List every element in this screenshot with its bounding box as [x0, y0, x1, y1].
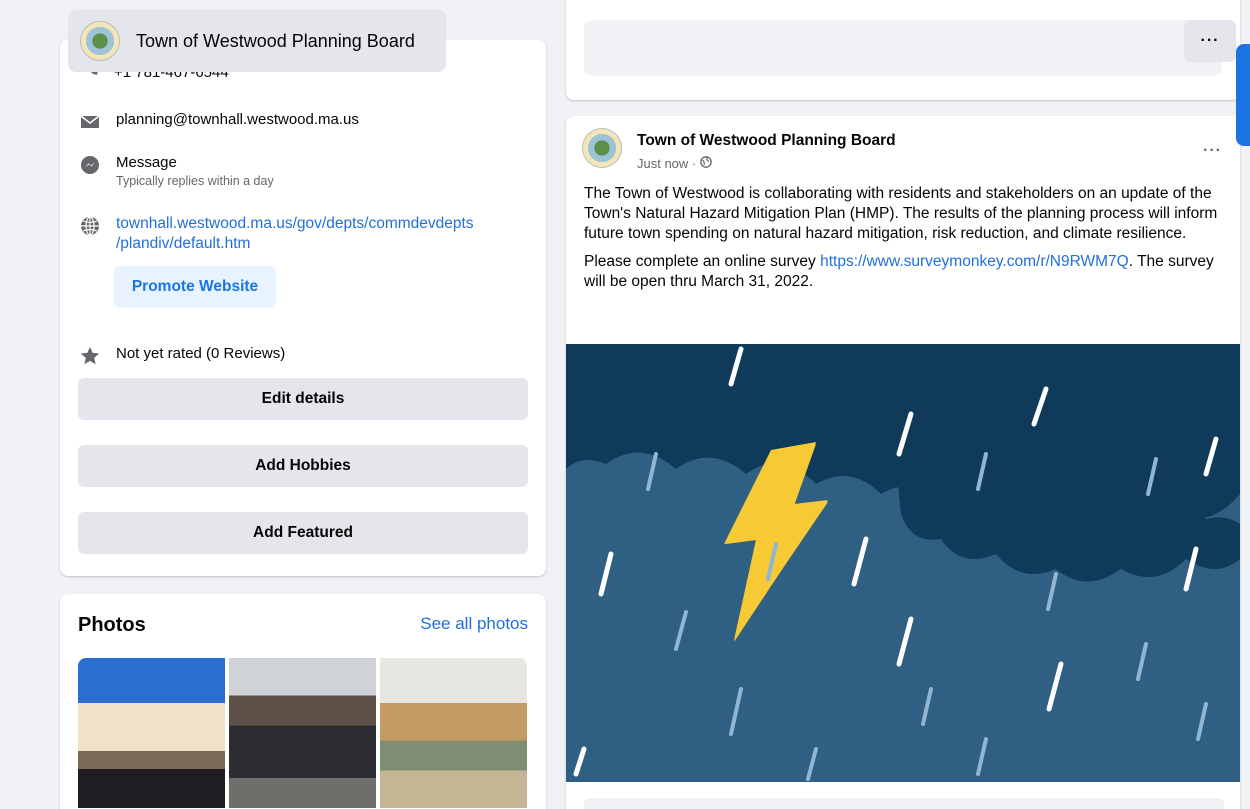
post-image-storm[interactable] [566, 344, 1240, 782]
post-paragraph: The Town of Westwood is collaborating wi… [584, 185, 1218, 242]
scrollbar-thumb[interactable] [1236, 44, 1250, 146]
post-author-avatar[interactable] [582, 128, 622, 168]
next-section-bar [584, 798, 1224, 809]
message-label: Message [116, 154, 177, 171]
more-options-button[interactable]: ··· [1184, 20, 1236, 62]
post-paragraph-survey: Please complete an online survey https:/… [584, 252, 1224, 292]
post-more-button[interactable]: ··· [1203, 142, 1222, 160]
intro-card: +1 781-467-6544 planning@townhall.westwo… [60, 40, 546, 576]
photo-thumbnail[interactable] [380, 658, 527, 808]
star-icon [78, 344, 102, 368]
photos-heading: Photos [78, 614, 146, 636]
add-hobbies-button[interactable]: Add Hobbies [78, 445, 528, 487]
page-name-chip[interactable]: Town of Westwood Planning Board [68, 10, 446, 72]
message-row[interactable]: Message Typically replies within a day [78, 153, 274, 189]
post-timestamp[interactable]: Just now · [637, 156, 696, 171]
post-body: The Town of Westwood is collaborating wi… [584, 184, 1224, 300]
mail-icon [78, 110, 102, 134]
add-featured-button[interactable]: Add Featured [78, 512, 528, 554]
edit-details-button[interactable]: Edit details [78, 378, 528, 420]
messenger-icon [78, 153, 102, 177]
survey-link[interactable]: https://www.surveymonkey.com/r/N9RWM7Q [820, 253, 1129, 270]
globe-icon [78, 214, 102, 238]
post-author-name[interactable]: Town of Westwood Planning Board [637, 132, 896, 150]
previous-post-footer [584, 20, 1222, 76]
page-avatar [80, 21, 120, 61]
website-link-cont[interactable]: /plandiv/default.htm [116, 234, 474, 254]
message-response-time: Typically replies within a day [116, 174, 274, 188]
previous-post-card [566, 0, 1240, 100]
rating-text: Not yet rated (0 Reviews) [116, 345, 286, 362]
website-row: townhall.westwood.ma.us/gov/depts/commde… [78, 214, 474, 254]
email-address: planning@townhall.westwood.ma.us [116, 111, 359, 128]
post-meta: Just now · [637, 156, 713, 171]
post-card: Town of Westwood Planning Board Just now… [566, 116, 1240, 809]
rating-row: Not yet rated (0 Reviews) [78, 344, 285, 368]
public-globe-icon [700, 156, 713, 171]
see-all-photos-link[interactable]: See all photos [420, 614, 528, 634]
survey-text-before: Please complete an online survey [584, 253, 821, 270]
author-avatar-image [582, 128, 622, 168]
website-link[interactable]: townhall.westwood.ma.us/gov/depts/commde… [116, 214, 474, 234]
photos-card: Photos See all photos [60, 594, 546, 809]
photo-thumbnail[interactable] [78, 658, 225, 808]
promote-website-button[interactable]: Promote Website [114, 266, 276, 308]
storm-illustration [566, 344, 1240, 782]
email-row[interactable]: planning@townhall.westwood.ma.us [78, 110, 359, 134]
photo-thumbnail[interactable] [229, 658, 376, 808]
page-title: Town of Westwood Planning Board [136, 30, 415, 51]
